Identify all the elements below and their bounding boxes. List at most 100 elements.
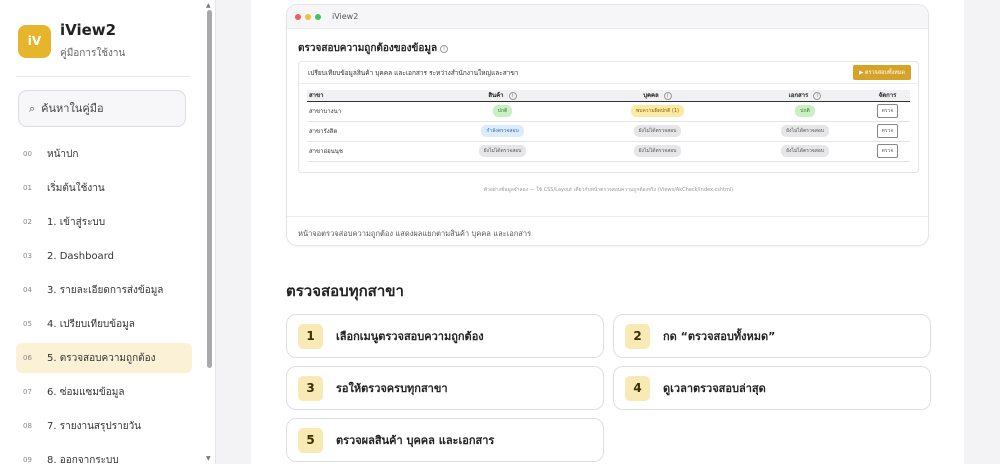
- status-badge[interactable]: พบความผิดปกติ (1): [630, 105, 685, 117]
- preview-caption: หน้าจอตรวจสอบความถูกต้อง แสดงผลแยกตามสิน…: [287, 216, 928, 240]
- step-card-1: 1 เลือกเมนูตรวจสอบความถูกต้อง: [286, 314, 604, 358]
- step-card-3: 3 รอให้ตรวจครบทุกสาขา: [286, 366, 604, 410]
- nav-label: 5. ตรวจสอบความถูกต้อง: [47, 352, 156, 364]
- nav-label: 1. เข้าสู่ระบบ: [47, 216, 106, 228]
- window-title: iView2: [332, 12, 359, 21]
- branch-name: สาขาบางนา: [307, 101, 435, 122]
- nav-label: 6. ซ่อมแซมข้อมูล: [47, 386, 125, 398]
- info-icon: i: [813, 92, 822, 101]
- col-person: บุคคล i: [570, 90, 745, 102]
- table-row: สาขาบางนา ปกติ พบความผิดปกติ (1) ปกติ ตร…: [307, 101, 910, 122]
- action-cell: ตรวจ: [865, 141, 910, 162]
- step-label: รอให้ตรวจครบทุกสาขา: [336, 382, 448, 395]
- verify-description: เปรียบเทียบข้อมูลสินค้า บุคคล และเอกสาร …: [308, 68, 519, 77]
- sidebar-item-repair-data[interactable]: 07 6. ซ่อมแซมข้อมูล: [16, 377, 192, 407]
- nav-label: 3. รายละเอียดการส่งข้อมูล: [47, 284, 164, 296]
- nav-number: 01: [23, 184, 32, 192]
- status-badge: ยังไม่ได้ตรวจสอบ: [478, 145, 527, 157]
- sidebar-item-compare-data[interactable]: 05 4. เปรียบเทียบข้อมูล: [16, 309, 192, 339]
- sidebar-item-getting-started[interactable]: 01 เริ่มต้นใช้งาน: [16, 173, 192, 203]
- main-content: iView2 ตรวจสอบความถูกต้องของข้อมูล i เปร…: [251, 0, 964, 464]
- step-number: 2: [625, 323, 650, 349]
- app-title: iView2: [60, 21, 117, 39]
- nav-number: 02: [23, 218, 32, 226]
- table-header-row: สาขา สินค้า i บุคคล i เอกสาร i จัดการ: [307, 90, 910, 102]
- col-action: จัดการ: [865, 90, 910, 102]
- document-status: ยังไม่ได้ตรวจสอบ: [745, 121, 865, 142]
- person-status: ยังไม่ได้ตรวจสอบ: [570, 141, 745, 162]
- search-icon: ⌕: [29, 101, 36, 115]
- nav-label: 8. ออกจากระบบ: [47, 454, 119, 464]
- status-badge: ยังไม่ได้ตรวจสอบ: [633, 125, 682, 137]
- app-logo: iV: [18, 24, 51, 58]
- sidebar: iV iView2 คู่มือการใช้งาน ⌕ 00 หน้าปก 01 เ…: [0, 0, 216, 464]
- step-number: 5: [298, 427, 323, 453]
- sidebar-item-verify-accuracy[interactable]: 06 5. ตรวจสอบความถูกต้อง: [16, 343, 192, 373]
- person-status: ยังไม่ได้ตรวจสอบ: [570, 121, 745, 142]
- step-label: ตรวจผลสินค้า บุคคล และเอกสาร: [336, 434, 495, 447]
- check-row-button[interactable]: ตรวจ: [876, 124, 899, 138]
- step-card-4: 4 ดูเวลาตรวจสอบล่าสุด: [613, 366, 931, 410]
- sidebar-item-login[interactable]: 02 1. เข้าสู่ระบบ: [16, 207, 192, 237]
- scroll-down-icon[interactable]: ▼: [206, 455, 211, 462]
- nav-number: 08: [23, 422, 32, 430]
- check-row-button[interactable]: ตรวจ: [876, 104, 899, 118]
- sidebar-item-dashboard[interactable]: 03 2. Dashboard: [16, 241, 192, 271]
- branch-table: สาขา สินค้า i บุคคล i เอกสาร i จัดการ สา…: [307, 90, 910, 162]
- action-cell: ตรวจ: [865, 101, 910, 122]
- status-badge: กำลังตรวจสอบ: [481, 125, 524, 137]
- step-number: 1: [298, 323, 323, 349]
- product-status: ยังไม่ได้ตรวจสอบ: [435, 141, 570, 162]
- brand[interactable]: iV iView2 คู่มือการใช้งาน: [18, 21, 125, 61]
- sidebar-item-daily-report[interactable]: 08 7. รายงานสรุปรายวัน: [16, 411, 192, 441]
- person-status: พบความผิดปกติ (1): [570, 101, 745, 122]
- sidebar-item-logout[interactable]: 09 8. ออกจากระบบ: [16, 445, 192, 464]
- scroll-thumb[interactable]: [207, 10, 212, 368]
- section-title: ตรวจสอบทุกสาขา: [286, 282, 404, 300]
- info-icon: i: [508, 92, 517, 101]
- step-label: เลือกเมนูตรวจสอบความถูกต้อง: [336, 330, 484, 343]
- sidebar-divider: [16, 76, 190, 77]
- status-badge: ยังไม่ได้ตรวจสอบ: [781, 125, 829, 137]
- col-branch: สาขา: [307, 90, 435, 102]
- status-badge: ปกติ: [492, 105, 513, 117]
- app-subtitle: คู่มือการใช้งาน: [60, 48, 126, 59]
- document-status: ยังไม่ได้ตรวจสอบ: [745, 141, 865, 162]
- nav-label: 4. เปรียบเทียบข้อมูล: [47, 318, 135, 330]
- branch-name: สาขาอ่อนนุช: [307, 141, 435, 162]
- nav-number: 00: [23, 150, 32, 158]
- col-document: เอกสาร i: [745, 90, 865, 102]
- sidebar-item-submission-details[interactable]: 04 3. รายละเอียดการส่งข้อมูล: [16, 275, 192, 305]
- nav-label: 7. รายงานสรุปรายวัน: [47, 420, 142, 432]
- window-titlebar: iView2: [287, 5, 928, 29]
- verify-panel: ตรวจสอบความถูกต้องของข้อมูล i เปรียบเทีย…: [298, 41, 919, 193]
- sidebar-scrollbar[interactable]: ▲ ▼: [205, 0, 214, 464]
- product-status: กำลังตรวจสอบ: [435, 121, 570, 142]
- sidebar-item-cover[interactable]: 00 หน้าปก: [16, 139, 192, 169]
- search-input[interactable]: [41, 102, 172, 115]
- table-row: สาขารังสิต กำลังตรวจสอบ ยังไม่ได้ตรวจสอบ…: [307, 121, 910, 142]
- branch-name: สาขารังสิต: [307, 121, 435, 142]
- sidebar-nav: 00 หน้าปก 01 เริ่มต้นใช้งาน 02 1. เข้าสู่ระ…: [16, 139, 192, 464]
- step-card-2: 2 กด “ตรวจสอบทั้งหมด”: [613, 314, 931, 358]
- nav-number: 03: [23, 252, 32, 260]
- nav-number: 04: [23, 286, 32, 294]
- close-dot-icon: [295, 13, 301, 20]
- status-badge: ปกติ: [795, 105, 815, 117]
- check-all-button[interactable]: ▶ ตรวจสอบทั้งหมด: [853, 65, 911, 80]
- table-row: สาขาอ่อนนุช ยังไม่ได้ตรวจสอบ ยังไม่ได้ตร…: [307, 141, 910, 162]
- step-number: 3: [298, 375, 323, 401]
- verify-box: เปรียบเทียบข้อมูลสินค้า บุคคล และเอกสาร …: [298, 61, 919, 173]
- document-status: ปกติ: [745, 101, 865, 122]
- search-box[interactable]: ⌕: [18, 90, 186, 127]
- scroll-up-icon[interactable]: ▲: [206, 2, 211, 9]
- step-label: ดูเวลาตรวจสอบล่าสุด: [663, 382, 766, 395]
- nav-number: 06: [23, 354, 32, 362]
- panel-heading: ตรวจสอบความถูกต้องของข้อมูล i: [298, 41, 919, 56]
- nav-number: 09: [23, 456, 32, 464]
- info-icon: i: [663, 92, 672, 101]
- panel-footnote: ตัวอย่างข้อมูลจำลอง — ใช้ CSS/Layout เดี…: [483, 187, 734, 193]
- status-badge: ยังไม่ได้ตรวจสอบ: [633, 145, 682, 157]
- step-card-5: 5 ตรวจผลสินค้า บุคคล และเอกสาร: [286, 418, 604, 462]
- check-row-button[interactable]: ตรวจ: [876, 144, 899, 158]
